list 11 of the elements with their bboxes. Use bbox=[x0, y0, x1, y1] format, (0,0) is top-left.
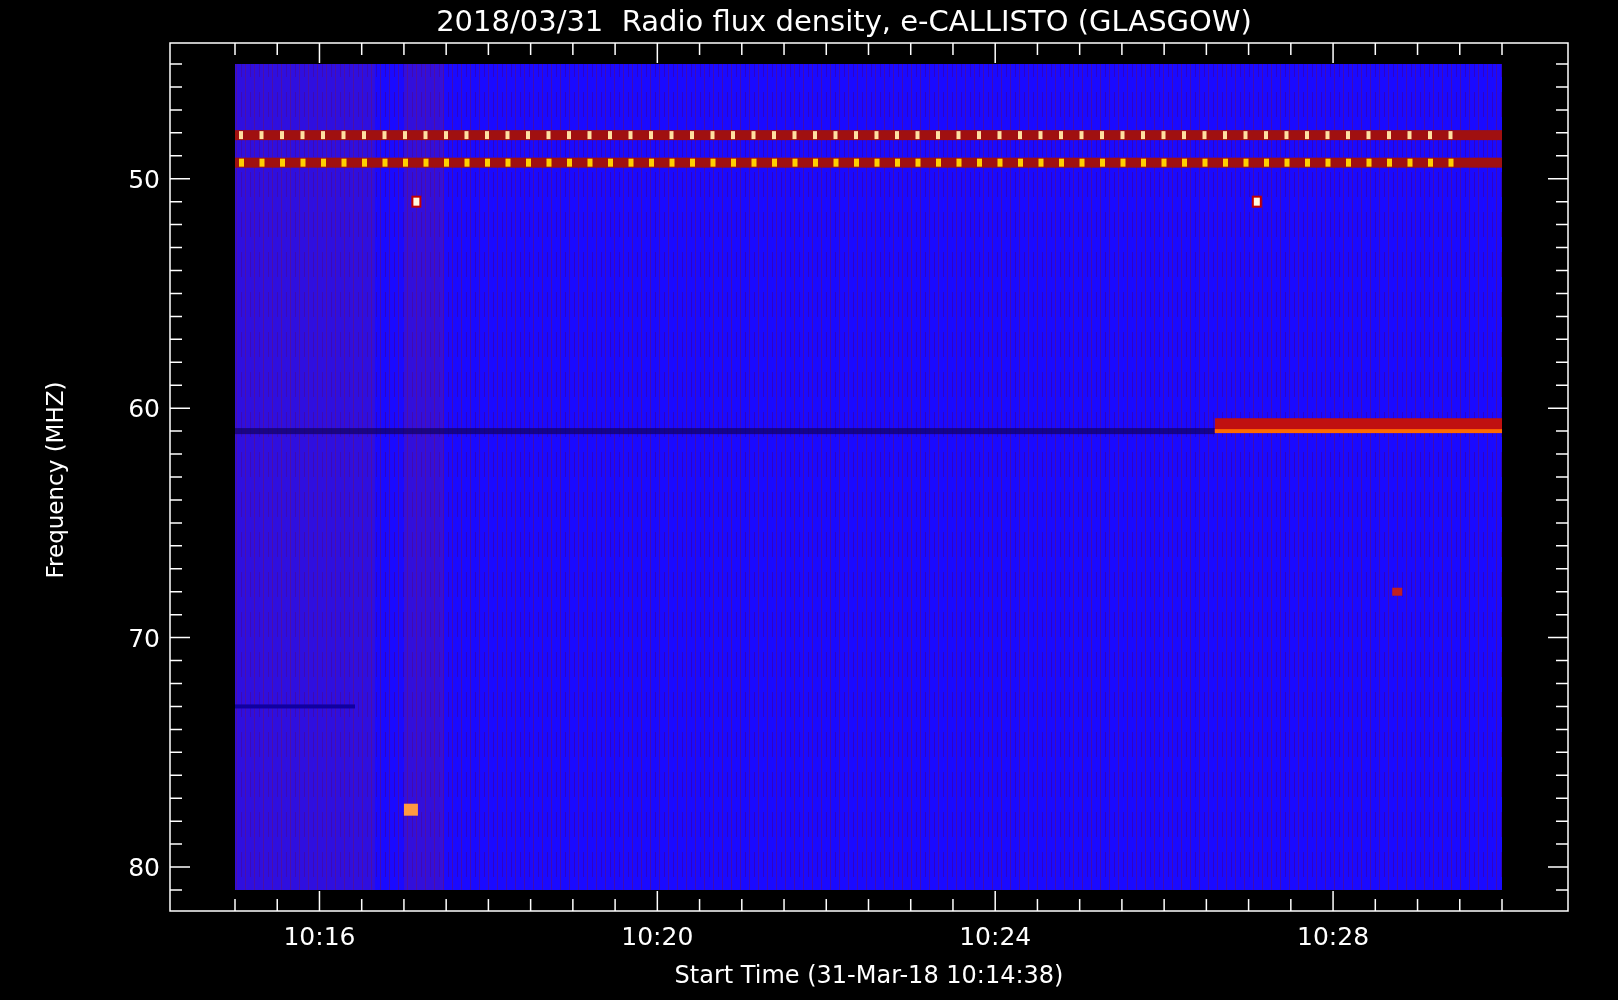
axis-tick-label: 80 bbox=[128, 853, 160, 883]
axis-tick-label: 10:28 bbox=[1297, 922, 1370, 951]
axis-tick-label: 50 bbox=[128, 164, 160, 194]
y-axis-label: Frequency (MHZ) bbox=[42, 381, 68, 578]
axis-tick-label: 10:24 bbox=[959, 922, 1032, 951]
chart-title: 2018/03/31 Radio flux density, e-CALLISTO (GLASGOW) bbox=[436, 6, 1252, 36]
axis-tick-label: 10:20 bbox=[621, 922, 694, 951]
x-axis-label: Start Time (31-Mar-18 10:14:38) bbox=[674, 961, 1064, 989]
axis-tick-label: 60 bbox=[128, 394, 160, 424]
axis-tick-label: 70 bbox=[128, 623, 160, 653]
axis-tick-label: 10:16 bbox=[283, 922, 356, 951]
